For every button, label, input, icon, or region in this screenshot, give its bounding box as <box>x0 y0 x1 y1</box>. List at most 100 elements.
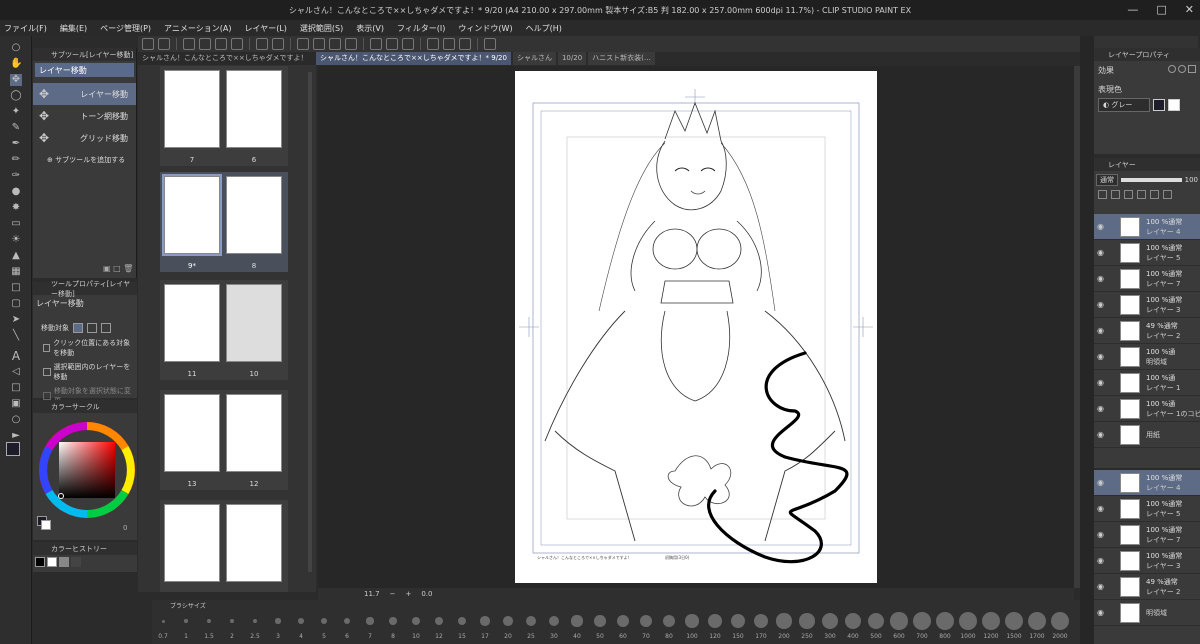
menu-selection[interactable]: 選択範囲(S) <box>300 23 343 34</box>
effect-color-icon[interactable] <box>1188 65 1196 73</box>
expression-color-select[interactable]: ◐ グレー <box>1098 98 1150 112</box>
brush-size-dot[interactable] <box>708 614 722 628</box>
balloon-icon[interactable]: ◁ <box>10 366 22 378</box>
cursor-icon[interactable]: ► <box>10 430 22 442</box>
main-color-swatch[interactable] <box>6 442 20 456</box>
option-checkbox[interactable] <box>43 368 51 376</box>
brush-size-dot[interactable] <box>890 612 908 630</box>
undo-icon[interactable] <box>256 38 268 50</box>
layer-delete-icon[interactable] <box>1163 190 1172 199</box>
save-icon[interactable] <box>215 38 227 50</box>
page-thumbnail[interactable] <box>164 284 220 362</box>
zoom-icon[interactable]: ○ <box>10 42 22 54</box>
pencil-icon[interactable]: ✏ <box>10 154 22 166</box>
eye-icon[interactable]: ◉ <box>1097 300 1104 309</box>
brush-size-dot[interactable] <box>571 615 583 627</box>
close-icon[interactable]: ✕ <box>1185 3 1194 16</box>
layer-row[interactable]: ◉ 100 %通レイヤー 1のコピー <box>1094 396 1200 422</box>
lasso-icon[interactable]: ◯ <box>10 90 22 102</box>
page-thumbnail[interactable] <box>226 176 282 254</box>
redo-icon[interactable] <box>272 38 284 50</box>
layer-row[interactable]: ◉ 100 %通常 レイヤー 7 <box>1094 266 1200 292</box>
hand-icon[interactable]: ✋ <box>10 58 22 70</box>
move-layer-icon[interactable]: ✥ <box>10 74 22 86</box>
page-thumbnail[interactable] <box>226 394 282 472</box>
brush-size-dot[interactable] <box>982 612 1000 630</box>
clear-icon[interactable] <box>297 38 309 50</box>
fill-tool-icon[interactable]: ▲ <box>10 250 22 262</box>
page-thumbnail[interactable] <box>226 70 282 148</box>
brush-size-dot[interactable] <box>320 617 328 625</box>
brush-size-dot[interactable] <box>412 617 420 625</box>
menu-animation[interactable]: アニメーション(A) <box>164 23 231 34</box>
page-spread[interactable] <box>160 500 288 592</box>
eye-icon[interactable]: ◉ <box>1097 504 1104 513</box>
history-swatch[interactable] <box>59 557 69 567</box>
option-checkbox[interactable] <box>43 344 51 352</box>
page-spread[interactable]: 13 12 <box>160 390 288 490</box>
menu-edit[interactable]: 編集(E) <box>60 23 87 34</box>
brush-icon[interactable]: ✑ <box>10 170 22 182</box>
page-spread[interactable]: 11 10 <box>160 280 288 380</box>
move-target-layer[interactable] <box>73 323 83 333</box>
brush-size-dot[interactable] <box>480 616 490 626</box>
deselect-icon[interactable] <box>370 38 382 50</box>
eye-icon[interactable]: ◉ <box>1097 352 1104 361</box>
transform-icon[interactable] <box>345 38 357 50</box>
effect-tone-icon[interactable] <box>1178 65 1186 73</box>
history-swatch[interactable] <box>71 557 81 567</box>
brush-size-dot[interactable] <box>776 613 792 629</box>
effect-border-icon[interactable] <box>1168 65 1176 73</box>
menu-icon[interactable] <box>142 38 154 50</box>
brush-size-dot[interactable] <box>207 619 211 623</box>
snap-ruler-icon[interactable] <box>427 38 439 50</box>
brush-size-dot[interactable] <box>821 612 839 630</box>
show-selection-icon[interactable] <box>402 38 414 50</box>
eye-icon[interactable]: ◉ <box>1097 326 1104 335</box>
layer-row[interactable]: ◉ 49 %通常 レイヤー 2 <box>1094 574 1200 600</box>
gradient-map-icon[interactable]: ▣ <box>10 398 22 410</box>
pages-scrollbar[interactable] <box>308 72 312 572</box>
fill-icon[interactable] <box>329 38 341 50</box>
eye-icon[interactable]: ◉ <box>1097 530 1104 539</box>
brush-size-dot[interactable] <box>867 612 885 630</box>
brush-size-dot[interactable] <box>594 615 606 627</box>
page-thumbnail[interactable] <box>162 174 222 256</box>
page-spread[interactable]: 7 6 <box>160 66 288 166</box>
decoration-icon[interactable]: ✸ <box>10 202 22 214</box>
brush-size-dot[interactable] <box>548 615 560 627</box>
menu-help[interactable]: ヘルプ(H) <box>526 23 562 34</box>
layer-lock-icon[interactable] <box>1124 190 1133 199</box>
brush-size-dot[interactable] <box>730 613 746 629</box>
eye-icon[interactable]: ◉ <box>1097 430 1104 439</box>
subtool-group-tab[interactable]: レイヤー移動 <box>35 63 134 77</box>
snap-point-icon[interactable] <box>459 38 471 50</box>
brush-size-dot[interactable] <box>1051 612 1069 630</box>
brush-size-dot[interactable] <box>1005 612 1023 630</box>
brush-size-dot[interactable] <box>662 614 676 628</box>
eye-icon[interactable]: ◉ <box>1097 248 1104 257</box>
layer-new-icon[interactable] <box>1150 190 1159 199</box>
history-swatch[interactable] <box>35 557 45 567</box>
eye-icon[interactable]: ◉ <box>1097 582 1104 591</box>
brush-size-dot[interactable] <box>503 616 513 626</box>
brush-size-dot[interactable] <box>298 618 304 624</box>
expression-sub-swatch[interactable] <box>1168 99 1180 111</box>
operation-icon[interactable]: ➤ <box>10 314 22 326</box>
doc-tab[interactable]: ハニスト新衣装(… <box>588 52 655 65</box>
eye-icon[interactable]: ◉ <box>1097 608 1104 617</box>
new-file-icon[interactable] <box>183 38 195 50</box>
pen-icon[interactable]: ✒ <box>10 138 22 150</box>
gradient-icon[interactable]: ▦ <box>10 266 22 278</box>
brush-size-dot[interactable] <box>913 612 931 630</box>
eye-icon[interactable]: ◉ <box>1097 478 1104 487</box>
clip-studio-icon[interactable] <box>158 38 170 50</box>
speech-icon[interactable]: ○ <box>10 414 22 426</box>
brush-size-dot[interactable] <box>389 617 397 625</box>
opacity-slider[interactable] <box>1121 178 1182 182</box>
snap-grid-icon[interactable] <box>443 38 455 50</box>
zoom-in-icon[interactable]: + <box>405 590 411 598</box>
opacity-value[interactable]: 100 <box>1185 176 1198 184</box>
brush-size-dot[interactable] <box>434 616 444 626</box>
layer-row[interactable]: ◉ 100 %通常 レイヤー 7 <box>1094 522 1200 548</box>
